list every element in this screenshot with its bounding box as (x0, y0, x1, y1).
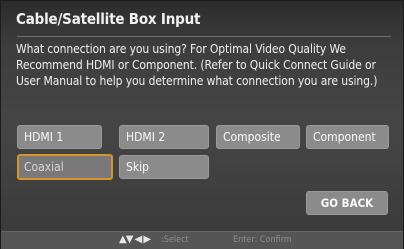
dialog-description: What connection are you using? For Optim… (16, 42, 378, 88)
input-setup-dialog: Cable/Satellite Box Input What connectio… (0, 0, 404, 249)
option-coaxial[interactable]: Coaxial (17, 154, 113, 180)
option-hdmi-1[interactable]: HDMI 1 (17, 125, 102, 149)
footer-hint-bar: ▲▼ ◀ ▶ :Select Enter: Confirm (1, 231, 403, 249)
option-hdmi-2[interactable]: HDMI 2 (119, 125, 209, 149)
confirm-hint: Enter: Confirm (233, 235, 292, 245)
title-divider (17, 36, 391, 37)
nav-arrows-icon: ▲▼ ◀ ▶ (119, 234, 151, 245)
go-back-button[interactable]: GO BACK (306, 191, 388, 215)
option-skip[interactable]: Skip (119, 155, 209, 179)
select-hint: :Select (161, 235, 189, 245)
option-composite[interactable]: Composite (216, 125, 300, 149)
dialog-title: Cable/Satellite Box Input (16, 10, 201, 28)
option-component[interactable]: Component (306, 125, 389, 149)
